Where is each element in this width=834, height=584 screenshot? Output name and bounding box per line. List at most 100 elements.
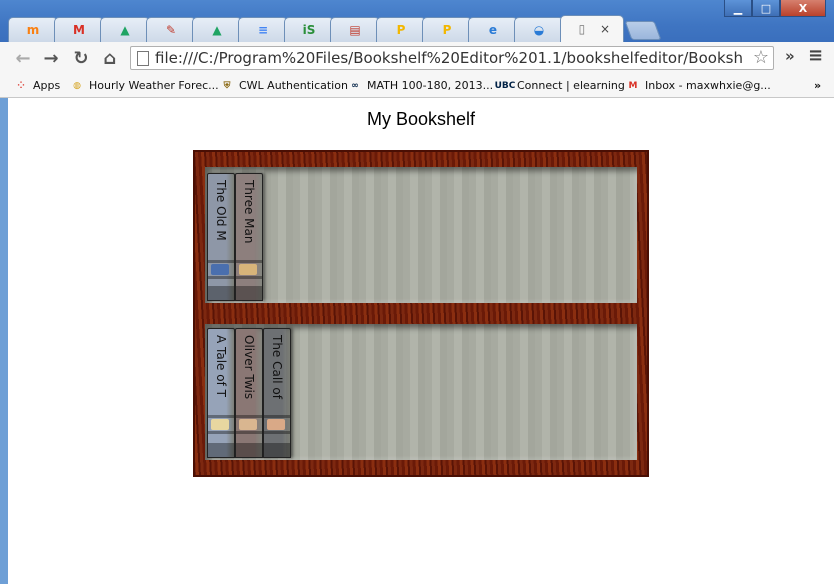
browser-tab[interactable]: ≡ [238,17,288,42]
book-spine[interactable]: The Call of [263,328,291,458]
google-docs-icon: ≡ [257,23,269,37]
gmail-icon: M [73,23,85,37]
bookmark-item[interactable]: ◍ Hourly Weather Forec... [70,77,219,94]
spine-band [264,431,290,434]
chart-icon: ✎ [165,23,177,37]
extensions-overflow-button[interactable]: » [785,47,795,65]
title-bar: ▁ □ X m M ▲ ✎ ▲ ≡ iS ▤ P Pe ◒ ▯ × [0,0,834,42]
bookmarks-overflow-button[interactable]: » [814,77,821,94]
spine-foot [208,286,234,300]
spine-label [239,264,257,275]
spine-band [236,276,262,279]
moodle-icon: m [26,23,40,37]
browser-tab[interactable]: ▯ × [560,15,624,42]
book-spine[interactable]: The Old M [207,173,235,301]
book-spine[interactable]: Three Man [235,173,263,301]
tab-strip: m M ▲ ✎ ▲ ≡ iS ▤ P Pe ◒ ▯ × [8,14,662,42]
page-content: My Bookshelf The Old M Three Man A Tale o… [8,98,834,584]
close-tab-icon[interactable]: × [600,22,610,36]
book-title: A Tale of T [214,335,228,397]
weather-icon: ◍ [73,80,81,91]
page-icon [137,51,149,66]
spine-label [211,264,229,275]
book-spine[interactable]: Oliver Twis [235,328,263,458]
browser-tab[interactable]: ▲ [100,17,150,42]
bookmark-label: Hourly Weather Forec... [89,79,219,92]
is-icon: iS [302,23,316,37]
reload-button[interactable]: ↻ [70,47,92,69]
page-title: My Bookshelf [366,109,476,129]
shield-icon: ⛨ [223,80,231,91]
close-window-button[interactable]: X [780,0,826,17]
ubc-icon: UBC [494,80,516,91]
book-title: The Call of [270,335,284,399]
browser-tab[interactable]: M [54,17,104,42]
spine-label [211,419,229,430]
browser-toolbar: ← → ↻ ⌂ file:///C:/Program%20Files/Books… [0,42,834,74]
spine-band [264,415,290,418]
bookmark-item[interactable]: ⁘ Apps [14,77,60,94]
bookmark-item[interactable]: ⛨ CWL Authentication [220,77,348,94]
bookmark-label: CWL Authentication [239,79,348,92]
p-icon: P [396,23,406,37]
browser-tab[interactable]: ✎ [146,17,196,42]
gmail-icon: M [628,80,638,91]
browser-tab[interactable]: ▤ [330,17,380,42]
spine-band [208,415,234,418]
book-title: The Old M [214,180,228,241]
browser-tab[interactable]: m [8,17,58,42]
book-title: Three Man [242,180,256,244]
back-button[interactable]: ← [12,47,34,69]
spine-label [239,419,257,430]
bookmark-label: Connect | elearning [517,79,625,92]
spine-foot [236,443,262,457]
spine-band [208,431,234,434]
spine-band [208,276,234,279]
spine-band [236,415,262,418]
bookmark-item[interactable]: M Inbox - maxwhxie@g... [626,77,771,94]
shelf-compartment-bottom: A Tale of T Oliver Twis The Call of [205,324,637,460]
spine-band [208,260,234,263]
spine-band [236,431,262,434]
book-spine[interactable]: A Tale of T [207,328,235,458]
google-drive-icon: ▲ [120,23,130,37]
book-title: Oliver Twis [242,335,256,400]
p-icon: P [442,23,452,37]
window-controls: ▁ □ X [724,0,826,17]
spine-foot [264,443,290,457]
bookshelf: The Old M Three Man A Tale of T Oliver Twi… [193,150,649,477]
spine-label [267,419,285,430]
minimize-button[interactable]: ▁ [724,0,752,17]
globe-icon: ◒ [533,23,545,37]
book-icon: ▤ [349,23,361,37]
bookmarks-bar: » ⁘ Apps ◍ Hourly Weather Forec... ⛨ CWL Auth… [0,74,834,98]
page-icon: ▯ [578,22,586,36]
browser-tab[interactable]: ◒ [514,17,564,42]
bookmark-label: MATH 100-180, 2013... [367,79,494,92]
spine-foot [236,286,262,300]
address-bar[interactable]: file:///C:/Program%20Files/Bookshelf%20E… [130,46,774,70]
browser-tab[interactable]: P [376,17,426,42]
shelf-compartment-top: The Old M Three Man [205,167,637,303]
forward-button[interactable]: → [40,47,62,69]
bookmark-label: Inbox - maxwhxie@g... [645,79,771,92]
bookmark-item[interactable]: UBC Connect | elearning [494,77,625,94]
spine-band [236,260,262,263]
url-text[interactable]: file:///C:/Program%20Files/Bookshelf%20E… [155,49,743,67]
bookmark-label: Apps [33,79,61,92]
maximize-button[interactable]: □ [752,0,780,17]
home-button[interactable]: ⌂ [99,47,121,69]
browser-tab[interactable]: iS [284,17,334,42]
google-drive-icon: ▲ [212,23,222,37]
ubc-icon: ∞ [351,80,359,91]
bookmark-item[interactable]: ∞ MATH 100-180, 2013... [348,77,493,94]
browser-tab[interactable]: P [422,17,472,42]
e-icon: e [488,23,498,37]
menu-icon[interactable]: ≡ [808,45,823,66]
spine-foot [208,443,234,457]
browser-tab[interactable]: ▲ [192,17,242,42]
browser-tab[interactable]: e [468,17,518,42]
new-tab-button[interactable] [624,21,662,40]
bookmark-star-icon[interactable]: ☆ [753,47,769,68]
apps-icon: ⁘ [17,80,25,91]
